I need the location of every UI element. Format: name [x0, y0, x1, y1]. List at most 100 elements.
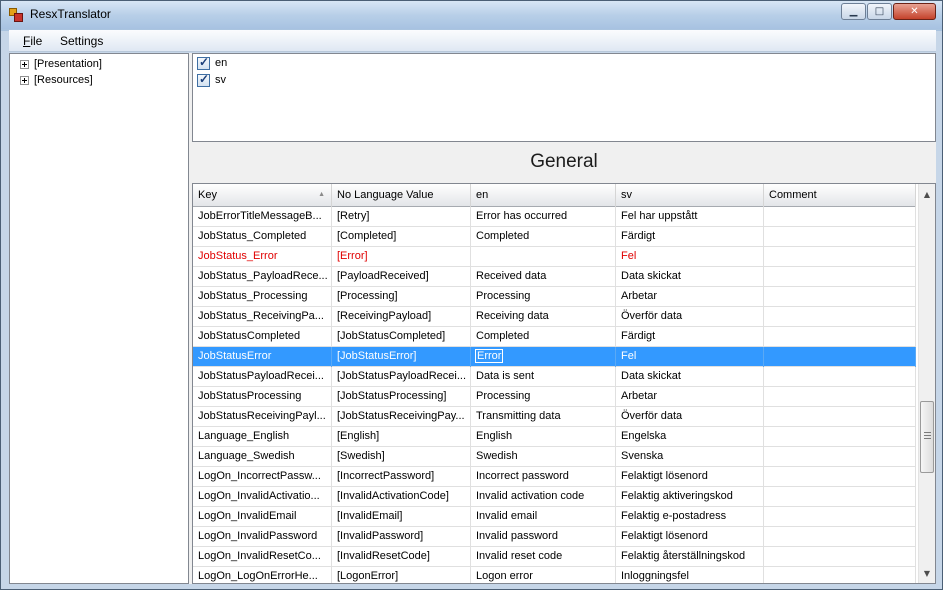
cell-en[interactable]: English	[471, 427, 616, 447]
cell-en[interactable]: Logon error	[471, 567, 616, 583]
app-icon[interactable]	[9, 8, 23, 22]
cell-sv[interactable]: Färdigt	[616, 227, 764, 247]
cell-key[interactable]: JobStatusCompleted	[193, 327, 332, 347]
cell-en[interactable]: Completed	[471, 327, 616, 347]
cell-key[interactable]: JobStatusReceivingPayl...	[193, 407, 332, 427]
cell-en[interactable]: Completed	[471, 227, 616, 247]
cell-sv[interactable]: Svenska	[616, 447, 764, 467]
cell-en[interactable]: Invalid reset code	[471, 547, 616, 567]
cell-key[interactable]: JobStatus_PayloadRece...	[193, 267, 332, 287]
scroll-thumb[interactable]	[920, 401, 934, 473]
table-row[interactable]: JobStatusReceivingPayl... [JobStatusRecei…	[193, 407, 916, 427]
cell-no-language-value[interactable]: [InvalidResetCode]	[332, 547, 471, 567]
cell-key[interactable]: Language_Swedish	[193, 447, 332, 467]
cell-sv[interactable]: Felaktigt lösenord	[616, 467, 764, 487]
cell-en[interactable]: Error has occurred	[471, 207, 616, 227]
cell-comment[interactable]	[764, 547, 916, 567]
cell-no-language-value[interactable]: [Completed]	[332, 227, 471, 247]
table-row[interactable]: LogOn_InvalidResetCo... [InvalidResetCode…	[193, 547, 916, 567]
vertical-scrollbar[interactable]: ▲ ▼	[918, 184, 935, 583]
cell-comment[interactable]	[764, 327, 916, 347]
cell-no-language-value[interactable]: [JobStatusPayloadRecei...	[332, 367, 471, 387]
table-row[interactable]: LogOn_InvalidActivatio... [InvalidActivat…	[193, 487, 916, 507]
cell-comment[interactable]	[764, 287, 916, 307]
table-row[interactable]: JobStatus_ReceivingPa... [ReceivingPayloa…	[193, 307, 916, 327]
table-row[interactable]: JobStatus_PayloadRece... [PayloadReceived…	[193, 267, 916, 287]
cell-comment[interactable]	[764, 367, 916, 387]
cell-sv[interactable]: Felaktig e-postadress	[616, 507, 764, 527]
minimize-button[interactable]: ▁	[841, 3, 866, 20]
table-row[interactable]: JobStatusPayloadRecei... [JobStatusPayloa…	[193, 367, 916, 387]
language-item-sv[interactable]: sv	[197, 72, 226, 87]
cell-en[interactable]: Processing	[471, 287, 616, 307]
cell-en[interactable]	[471, 247, 616, 267]
table-row[interactable]: JobStatusCompleted [JobStatusCompleted] Co…	[193, 327, 916, 347]
cell-sv[interactable]: Felaktig återställningskod	[616, 547, 764, 567]
cell-sv[interactable]: Färdigt	[616, 327, 764, 347]
column-header-key[interactable]: Key ▲	[193, 184, 332, 207]
cell-sv[interactable]: Felaktigt lösenord	[616, 527, 764, 547]
cell-comment[interactable]	[764, 227, 916, 247]
expand-icon[interactable]	[20, 59, 29, 69]
cell-comment[interactable]	[764, 467, 916, 487]
cell-sv[interactable]: Fel har uppstått	[616, 207, 764, 227]
close-button[interactable]: ✕	[893, 3, 936, 20]
resource-tree[interactable]: [Presentation] [Resources]	[9, 53, 189, 584]
cell-comment[interactable]	[764, 267, 916, 287]
table-row[interactable]: LogOn_InvalidPassword [InvalidPassword] In…	[193, 527, 916, 547]
scroll-up-button[interactable]: ▲	[919, 186, 935, 203]
table-row[interactable]: LogOn_IncorrectPassw... [IncorrectPasswor…	[193, 467, 916, 487]
menu-file[interactable]: File	[23, 34, 42, 48]
column-header-sv[interactable]: sv	[616, 184, 764, 207]
cell-key[interactable]: Language_English	[193, 427, 332, 447]
table-row[interactable]: LogOn_LogOnErrorHe... [LogonError] Logon e…	[193, 567, 916, 583]
language-checkbox[interactable]	[197, 72, 210, 87]
tree-node-resources[interactable]: [Resources]	[20, 72, 93, 88]
menu-settings[interactable]: Settings	[60, 34, 103, 48]
cell-no-language-value[interactable]: [Error]	[332, 247, 471, 267]
language-checkbox[interactable]	[197, 55, 210, 70]
cell-key[interactable]: JobStatusPayloadRecei...	[193, 367, 332, 387]
cell-comment[interactable]	[764, 507, 916, 527]
column-header-en[interactable]: en	[471, 184, 616, 207]
cell-no-language-value[interactable]: [IncorrectPassword]	[332, 467, 471, 487]
cell-sv[interactable]: Fel	[616, 247, 764, 267]
cell-key[interactable]: LogOn_InvalidPassword	[193, 527, 332, 547]
cell-no-language-value[interactable]: [InvalidActivationCode]	[332, 487, 471, 507]
cell-no-language-value[interactable]: [InvalidPassword]	[332, 527, 471, 547]
cell-sv[interactable]: Engelska	[616, 427, 764, 447]
cell-comment[interactable]	[764, 447, 916, 467]
cell-en[interactable]: Received data	[471, 267, 616, 287]
cell-key[interactable]: JobStatusProcessing	[193, 387, 332, 407]
cell-comment[interactable]	[764, 247, 916, 267]
cell-en[interactable]: Data is sent	[471, 367, 616, 387]
cell-key[interactable]: JobStatus_Completed	[193, 227, 332, 247]
cell-en[interactable]: Swedish	[471, 447, 616, 467]
table-row[interactable]: JobStatusProcessing [JobStatusProcessing]…	[193, 387, 916, 407]
cell-no-language-value[interactable]: [JobStatusError]	[332, 347, 471, 367]
table-row[interactable]: JobStatus_Completed [Completed] Completed F…	[193, 227, 916, 247]
table-row[interactable]: LogOn_InvalidEmail [InvalidEmail] Invalid …	[193, 507, 916, 527]
cell-comment[interactable]	[764, 307, 916, 327]
maximize-button[interactable]: □	[867, 3, 892, 20]
cell-comment[interactable]	[764, 487, 916, 507]
cell-no-language-value[interactable]: [LogonError]	[332, 567, 471, 583]
cell-no-language-value[interactable]: [JobStatusReceivingPay...	[332, 407, 471, 427]
tree-node-presentation[interactable]: [Presentation]	[20, 56, 102, 72]
cell-comment[interactable]	[764, 427, 916, 447]
cell-sv[interactable]: Överför data	[616, 307, 764, 327]
cell-en[interactable]: Transmitting data	[471, 407, 616, 427]
cell-sv[interactable]: Inloggningsfel	[616, 567, 764, 583]
cell-sv[interactable]: Data skickat	[616, 267, 764, 287]
cell-no-language-value[interactable]: [InvalidEmail]	[332, 507, 471, 527]
cell-comment[interactable]	[764, 527, 916, 547]
cell-en[interactable]: Error	[471, 347, 616, 367]
column-header-no-language-value[interactable]: No Language Value	[332, 184, 471, 207]
title-bar[interactable]: ResxTranslator ▁ □ ✕	[1, 1, 942, 29]
cell-key[interactable]: JobStatus_Error	[193, 247, 332, 267]
column-header-comment[interactable]: Comment	[764, 184, 916, 207]
cell-key[interactable]: JobStatus_Processing	[193, 287, 332, 307]
cell-no-language-value[interactable]: [English]	[332, 427, 471, 447]
cell-key[interactable]: JobErrorTitleMessageB...	[193, 207, 332, 227]
table-row[interactable]: JobStatus_Processing [Processing] Processi…	[193, 287, 916, 307]
